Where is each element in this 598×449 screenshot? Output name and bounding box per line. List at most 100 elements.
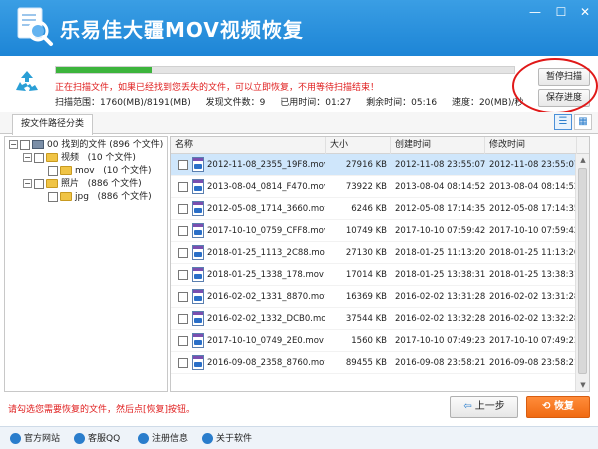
user-icon — [138, 433, 149, 444]
cell-size: 17014 KB — [345, 270, 387, 280]
tree-checkbox[interactable] — [34, 152, 44, 163]
table-scrollbar[interactable]: ▲ ▼ — [575, 154, 589, 391]
row-checkbox[interactable] — [178, 204, 188, 214]
cell-name: 2017-10-10_0749_2E0.mov — [207, 336, 324, 346]
recover-button[interactable]: ⟲ 恢复 — [526, 396, 590, 418]
row-checkbox[interactable] — [178, 292, 188, 302]
elapsed-time: 已用时间：01:27 — [280, 98, 352, 108]
table-row[interactable]: 2018-01-25_1338_178.mov 17014 KB 2018-01-2… — [171, 264, 577, 286]
official-site-link[interactable]: 官方网站 — [10, 431, 60, 447]
collapse-icon[interactable]: − — [9, 140, 18, 149]
cell-size: 1560 KB — [351, 336, 387, 346]
tree-node-root[interactable]: −00 找到的文件 (896 个文件) — [5, 139, 167, 152]
scan-warning-text: 正在扫描文件，如果已经找到您丢失的文件，可以立即恢复，不用等待扫描结束！ — [55, 83, 380, 93]
table-row[interactable]: 2016-02-02_1332_DCB0.mov 37544 KB 2016-02-… — [171, 308, 577, 330]
cell-modified: 2018-01-25 11:13:20 — [489, 248, 577, 258]
tree-node-photo[interactable]: − 照片 (886 个文件) — [5, 178, 167, 191]
scroll-up-icon[interactable]: ▲ — [576, 154, 589, 166]
collapse-icon[interactable]: − — [23, 153, 32, 162]
cell-created: 2013-08-04 08:14:52 — [395, 182, 485, 192]
scroll-down-icon[interactable]: ▼ — [576, 379, 589, 391]
table-row[interactable]: 2017-10-10_0749_2E0.mov 1560 KB 2017-10-10… — [171, 330, 577, 352]
about-link[interactable]: 关于软件 — [202, 431, 252, 447]
row-checkbox[interactable] — [178, 160, 188, 170]
cell-size: 27916 KB — [345, 160, 387, 170]
video-file-icon — [192, 311, 204, 326]
maximize-button[interactable]: ☐ — [550, 4, 572, 20]
tree-node-mov[interactable]: mov (10 个文件) — [5, 165, 167, 178]
recover-icon: ⟲ — [542, 401, 551, 412]
cell-modified: 2018-01-25 13:38:31 — [489, 270, 577, 280]
tree-node-video[interactable]: − 视频 (10 个文件) — [5, 152, 167, 165]
row-checkbox[interactable] — [178, 270, 188, 280]
cell-name: 2017-10-10_0759_CFF8.mov — [207, 226, 325, 236]
cell-size: 27130 KB — [345, 248, 387, 258]
arrow-left-icon: ⇦ — [463, 401, 472, 412]
folder-icon — [60, 192, 72, 201]
close-button[interactable]: ✕ — [574, 4, 596, 20]
video-file-icon — [192, 333, 204, 348]
row-checkbox[interactable] — [178, 336, 188, 346]
grid-view-icon[interactable]: ▦ — [574, 114, 592, 130]
video-file-icon — [192, 223, 204, 238]
scan-range: 扫描范围：1760(MB)/8191(MB) — [55, 98, 191, 108]
cell-modified: 2016-02-02 13:31:28 — [489, 292, 577, 302]
column-header-name[interactable]: 名称 — [171, 137, 326, 154]
video-file-icon — [192, 157, 204, 172]
scan-progress-fill — [56, 67, 153, 73]
video-file-icon — [192, 267, 204, 282]
cell-size: 89455 KB — [345, 358, 387, 368]
cell-name: 2012-11-08_2355_19F8.mov — [207, 160, 325, 170]
table-row[interactable]: 2012-05-08_1714_3660.mov 6246 KB 2012-05-0… — [171, 198, 577, 220]
app-title: 乐易佳大疆MOV视频恢复 — [60, 18, 304, 42]
info-icon — [202, 433, 213, 444]
table-row[interactable]: 2017-10-10_0759_CFF8.mov 10749 KB 2017-10-… — [171, 220, 577, 242]
cell-created: 2016-02-02 13:31:28 — [395, 292, 485, 302]
drive-icon — [32, 140, 44, 149]
column-header-size[interactable]: 大小 — [326, 137, 391, 154]
tree-checkbox[interactable] — [48, 191, 58, 202]
folder-icon — [46, 179, 58, 188]
remaining-time: 剩余时间：05:16 — [366, 98, 438, 108]
column-header-created[interactable]: 创建时间 — [391, 137, 485, 154]
cell-size: 73922 KB — [345, 182, 387, 192]
row-checkbox[interactable] — [178, 226, 188, 236]
column-header-modified[interactable]: 修改时间 — [485, 137, 577, 154]
table-row[interactable]: 2012-11-08_2355_19F8.mov 27916 KB 2012-11-… — [171, 154, 577, 176]
table-row[interactable]: 2016-09-08_2358_8760.mov 89455 KB 2016-09-… — [171, 352, 577, 374]
cell-created: 2018-01-25 11:13:20 — [395, 248, 485, 258]
register-info-link[interactable]: 注册信息 — [138, 431, 188, 447]
previous-step-button[interactable]: ⇦ 上一步 — [450, 396, 518, 418]
row-checkbox[interactable] — [178, 182, 188, 192]
support-qq-link[interactable]: 客服QQ — [74, 431, 120, 447]
scroll-thumb[interactable] — [578, 168, 587, 374]
row-checkbox[interactable] — [178, 314, 188, 324]
tree-checkbox[interactable] — [34, 178, 44, 189]
tree-node-jpg[interactable]: jpg (886 个文件) — [5, 191, 167, 204]
cell-name: 2016-02-02_1332_DCB0.mov — [207, 314, 325, 324]
folder-tree: −00 找到的文件 (896 个文件) − 视频 (10 个文件) mov (10… — [4, 136, 168, 392]
tab-by-path[interactable]: 按文件路径分类 — [12, 114, 94, 135]
table-row[interactable]: 2013-08-04_0814_F470.mov 73922 KB 2013-08-… — [171, 176, 577, 198]
list-view-icon[interactable]: ☰ — [554, 114, 572, 130]
row-checkbox[interactable] — [178, 248, 188, 258]
collapse-icon[interactable]: − — [23, 179, 32, 188]
table-row[interactable]: 2016-02-02_1331_8870.mov 16369 KB 2016-02-… — [171, 286, 577, 308]
cell-size: 6246 KB — [351, 204, 387, 214]
home-icon — [10, 433, 21, 444]
cell-created: 2017-10-10 07:49:23 — [395, 336, 485, 346]
row-checkbox[interactable] — [178, 358, 188, 368]
cell-name: 2016-09-08_2358_8760.mov — [207, 358, 325, 368]
tree-checkbox[interactable] — [48, 165, 58, 176]
scan-progress-bar — [55, 66, 515, 74]
table-row[interactable]: 2018-01-25_1113_2C88.mov 27130 KB 2018-01-… — [171, 242, 577, 264]
qq-icon — [74, 433, 85, 444]
cell-modified: 2016-09-08 23:58:21 — [489, 358, 577, 368]
minimize-button[interactable]: — — [524, 4, 546, 20]
tab-bar: 按文件路径分类 ☰ ▦ — [0, 112, 598, 135]
video-file-icon — [192, 289, 204, 304]
tree-checkbox[interactable] — [20, 139, 30, 150]
scan-stats: 扫描范围：1760(MB)/8191(MB) 发现文件数：9 已用时间：01:2… — [55, 95, 535, 108]
folder-icon — [60, 166, 72, 175]
app-logo-icon — [17, 7, 53, 46]
